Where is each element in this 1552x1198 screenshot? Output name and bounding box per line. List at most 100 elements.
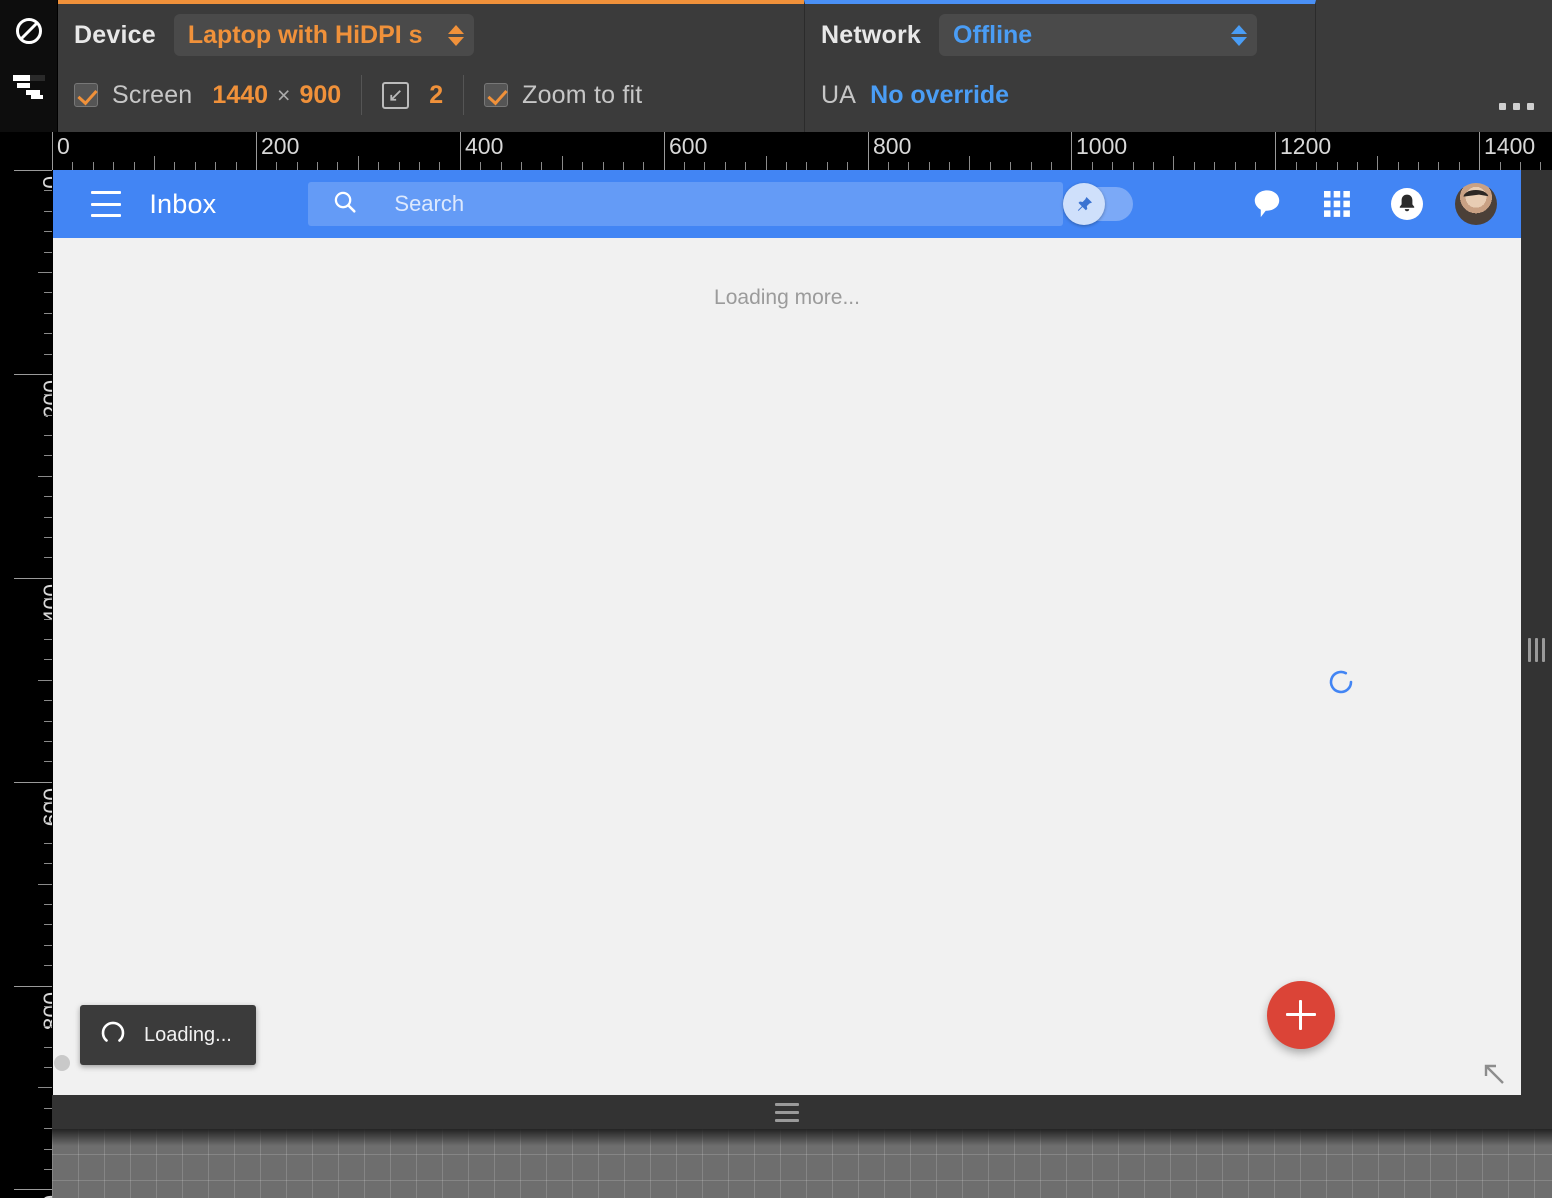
ruler-tick [745, 162, 746, 170]
ruler-tick [1540, 162, 1541, 170]
ruler-tick [215, 162, 216, 170]
device-toolbar: Device Laptop with HiDPI s Screen 1440 ×… [0, 0, 1552, 132]
ruler-tick [44, 1047, 52, 1048]
ruler-tick [562, 156, 563, 170]
speech-bubble-icon[interactable] [1243, 180, 1291, 228]
compose-fab-button[interactable] [1267, 981, 1335, 1049]
vertical-ruler[interactable]: 02004006008001000 [0, 170, 52, 1198]
ruler-tick [521, 162, 522, 170]
ruler-tick [704, 162, 705, 170]
network-throttling-select[interactable]: Offline [939, 14, 1258, 56]
plus-icon [1286, 1000, 1316, 1030]
ruler-tick [623, 162, 624, 170]
ruler-tick [1092, 162, 1093, 170]
ruler-tick [44, 415, 52, 416]
user-avatar[interactable] [1455, 183, 1497, 225]
device-select[interactable]: Laptop with HiDPI s [173, 14, 474, 56]
hamburger-menu-icon[interactable] [91, 191, 122, 217]
ruler-tick [113, 162, 114, 170]
device-viewport: Inbox Search Loading more... Loading... [53, 170, 1521, 1095]
toolbar-divider [361, 75, 363, 115]
ruler-tick [1194, 162, 1195, 170]
ruler-label: 600 [669, 133, 708, 159]
ruler-tick [480, 162, 481, 170]
ruler-tick [44, 721, 52, 722]
device-label: Device [74, 20, 156, 49]
ruler-tick [990, 162, 991, 170]
zoom-to-fit-checkbox[interactable] [484, 83, 509, 107]
ruler-tick [44, 598, 52, 599]
ruler-tick [1173, 156, 1174, 170]
ruler-tick [44, 333, 52, 334]
resize-diagonal-arrow-icon[interactable] [1479, 1059, 1507, 1087]
device-select-value: Laptop with HiDPI s [187, 20, 423, 49]
ruler-tick [44, 843, 52, 844]
ruler-tick [44, 741, 52, 742]
resize-handle-bottom[interactable] [52, 1095, 1521, 1129]
grip-lines-vertical-icon [1528, 637, 1545, 662]
device-pixel-ratio-icon [382, 81, 410, 109]
ruler-tick [1520, 162, 1521, 170]
horizontal-ruler[interactable]: 0 200 400 600 800 1000 1200 1400 [52, 132, 1552, 170]
search-input[interactable]: Search [308, 182, 1063, 226]
ruler-tick [72, 162, 73, 170]
ruler-tick [44, 822, 52, 823]
screen-width-input[interactable]: 1440 [212, 81, 268, 110]
ruler-corner [0, 132, 52, 170]
device-pixel-ratio-input[interactable]: 2 [429, 81, 443, 110]
ruler-tick [38, 272, 52, 273]
ruler-tick [1337, 162, 1338, 170]
ruler-tick [1357, 162, 1358, 170]
ruler-tick [908, 162, 909, 170]
ruler-tick [44, 1149, 52, 1150]
apps-grid-icon[interactable] [1313, 180, 1361, 228]
network-throttle-icon[interactable] [12, 70, 46, 104]
screen-size-checkbox[interactable] [74, 83, 98, 107]
ruler-tick [134, 162, 135, 170]
search-icon [332, 189, 358, 220]
ruler-tick [93, 162, 94, 170]
ruler-tick [766, 156, 767, 170]
bell-icon[interactable] [1383, 180, 1431, 228]
screen-height-input[interactable]: 900 [299, 81, 341, 110]
ruler-label: 1200 [1280, 133, 1332, 159]
ruler-tick [174, 162, 175, 170]
ruler-label: 200 [261, 133, 300, 159]
resize-handle-right[interactable] [1521, 170, 1552, 1129]
ruler-tick [154, 156, 155, 170]
app-toolbar-actions [1063, 180, 1505, 228]
page-title: Inbox [149, 188, 217, 219]
pin-toggle[interactable] [1063, 183, 1133, 225]
ruler-tick [44, 700, 52, 701]
user-agent-select[interactable]: No override [870, 81, 1009, 110]
ruler-tick [501, 162, 502, 170]
ruler-label: 400 [465, 133, 504, 159]
ruler-tick [1459, 162, 1460, 170]
block-requests-icon[interactable] [12, 14, 46, 48]
network-select-value: Offline [953, 20, 1033, 49]
ruler-label: 400 [38, 584, 52, 623]
ruler-tick [44, 231, 52, 232]
ruler-tick [44, 659, 52, 660]
ruler-tick [44, 924, 52, 925]
ruler-tick [44, 211, 52, 212]
ruler-tick [38, 680, 52, 681]
ruler-tick [1500, 162, 1501, 170]
ruler-tick [1377, 156, 1378, 170]
ruler-tick [603, 162, 604, 170]
ruler-label: 0 [38, 176, 52, 189]
devtools-device-mode-root: Device Laptop with HiDPI s Screen 1440 ×… [0, 0, 1552, 1198]
ruler-tick [969, 156, 970, 170]
ruler-tick [419, 162, 420, 170]
ruler-tick [888, 162, 889, 170]
ruler-tick [44, 496, 52, 497]
toolbar-divider-2 [463, 75, 465, 115]
ruler-tick [44, 619, 52, 620]
ruler-tick [44, 945, 52, 946]
ruler-tick [847, 162, 848, 170]
ruler-tick [1031, 162, 1032, 170]
more-options-icon[interactable] [1499, 103, 1534, 110]
ruler-tick [44, 761, 52, 762]
ruler-tick [14, 986, 52, 987]
ruler-tick [1316, 162, 1317, 170]
